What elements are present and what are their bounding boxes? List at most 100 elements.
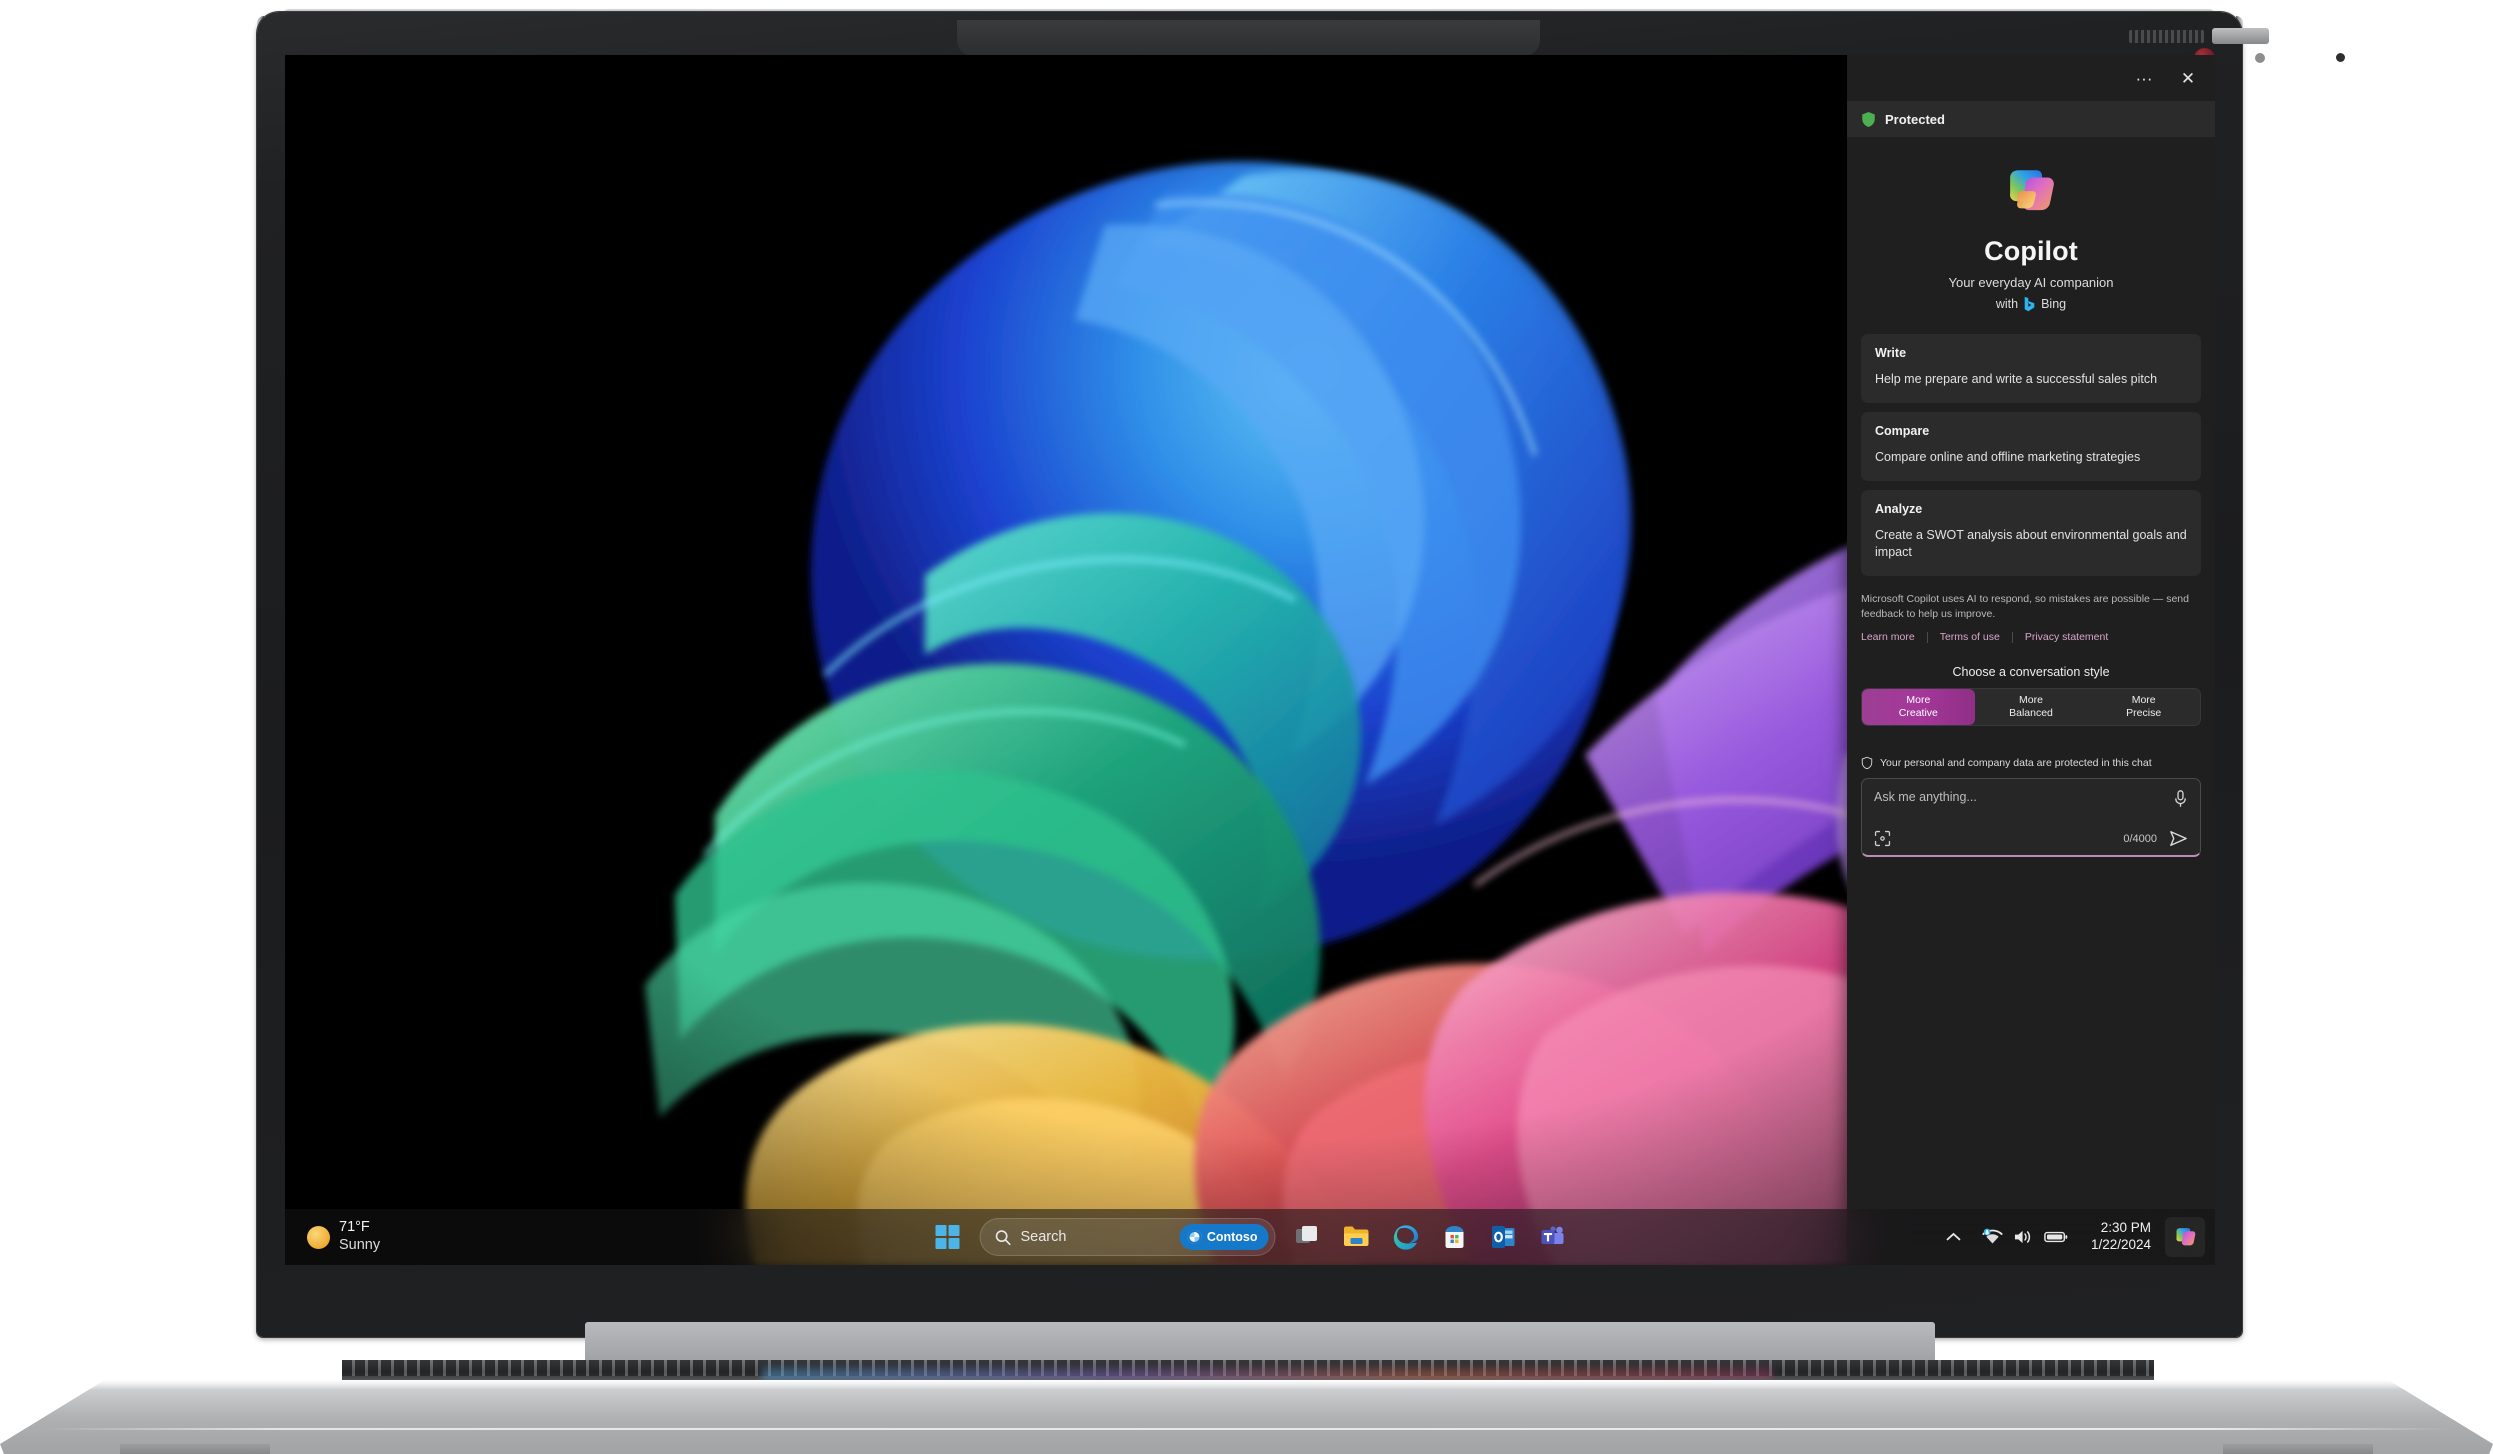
style-option-line2: Precise: [2126, 707, 2161, 720]
bing-label: Bing: [2041, 297, 2066, 311]
link-divider: [1927, 632, 1928, 643]
terms-of-use-link[interactable]: Terms of use: [1940, 631, 2000, 643]
taskbar-app-microsoft-store[interactable]: [1432, 1214, 1478, 1260]
weather-text: 71°F Sunny: [339, 1219, 380, 1254]
keyboard-backlight-glow: [762, 1368, 1772, 1382]
close-button[interactable]: ✕: [2167, 61, 2209, 95]
conversation-style-section: Choose a conversation style More Creativ…: [1861, 665, 2201, 726]
message-input[interactable]: Ask me anything...: [1874, 790, 2165, 804]
organization-badge[interactable]: Contoso: [1180, 1224, 1269, 1250]
style-option-more-precise[interactable]: More Precise: [2087, 689, 2200, 725]
card-text: Help me prepare and write a successful s…: [1875, 371, 2187, 389]
shield-outline-icon: [1861, 756, 1873, 770]
suggestion-card-write[interactable]: Write Help me prepare and write a succes…: [1861, 334, 2201, 403]
screenshot-root: ··· ✕ Protected: [0, 0, 2493, 1454]
style-option-line1: More: [2019, 694, 2043, 707]
with-label: with: [1996, 297, 2018, 311]
copilot-hero: Copilot Your everyday AI companion with …: [1861, 137, 2201, 312]
laptop-base-highlight: [0, 1380, 2493, 1390]
style-option-more-creative[interactable]: More Creative: [1862, 689, 1975, 725]
taskbar-app-file-explorer[interactable]: [1334, 1214, 1380, 1260]
task-view-icon: [1295, 1224, 1321, 1250]
laptop-foot-left: [120, 1444, 270, 1454]
legal-links: Learn more Terms of use Privacy statemen…: [1861, 631, 2201, 643]
chevron-up-icon: [1946, 1232, 1961, 1242]
learn-more-link[interactable]: Learn more: [1861, 631, 1915, 643]
card-title: Compare: [1875, 424, 2187, 438]
style-option-line2: Balanced: [2009, 707, 2053, 720]
taskbar-app-microsoft-edge[interactable]: [1383, 1214, 1429, 1260]
contoso-logo-icon: [1188, 1230, 1202, 1244]
suggestion-card-analyze[interactable]: Analyze Create a SWOT analysis about env…: [1861, 490, 2201, 577]
taskbar-app-outlook[interactable]: [1481, 1214, 1527, 1260]
send-button[interactable]: [2169, 830, 2188, 847]
character-counter: 0/4000: [2123, 833, 2157, 845]
clock-time: 2:30 PM: [2101, 1220, 2151, 1237]
microphone-grill-icon: [2129, 30, 2204, 43]
card-text: Create a SWOT analysis about environment…: [1875, 527, 2187, 563]
webcam-indicator-led-icon: [2255, 53, 2265, 63]
microphone-icon: [2173, 790, 2188, 808]
link-divider: [2012, 632, 2013, 643]
microphone-button[interactable]: [2173, 790, 2188, 808]
laptop-screen: ··· ✕ Protected: [285, 55, 2215, 1265]
copilot-content: Copilot Your everyday AI companion with …: [1847, 137, 2215, 1265]
composer-top-row: Ask me anything...: [1874, 790, 2188, 808]
laptop-foot-right: [2223, 1444, 2373, 1454]
style-option-line1: More: [2132, 694, 2156, 707]
conversation-style-heading: Choose a conversation style: [1861, 665, 2201, 679]
visual-search-button[interactable]: [1874, 830, 1891, 847]
start-button[interactable]: [925, 1214, 971, 1260]
more-options-button[interactable]: ···: [2123, 61, 2165, 95]
privacy-notice: Your personal and company data are prote…: [1861, 756, 2201, 770]
laptop-base: [0, 1380, 2493, 1454]
search-icon: [995, 1229, 1012, 1246]
send-icon: [2169, 830, 2188, 847]
copilot-subtitle: Your everyday AI companion: [1861, 275, 2201, 290]
outlook-icon: [1491, 1224, 1517, 1250]
clock-date: 1/22/2024: [2091, 1237, 2151, 1254]
search-input[interactable]: Search Contoso: [980, 1218, 1276, 1256]
taskbar-center-group: Search Contoso: [925, 1209, 1576, 1265]
show-hidden-icons-button[interactable]: [1939, 1219, 1969, 1255]
taskbar-app-microsoft-teams[interactable]: [1530, 1214, 1576, 1260]
webcam-bar: [957, 20, 1540, 56]
taskbar: 71°F Sunny Sea: [285, 1209, 2215, 1265]
organization-name: Contoso: [1207, 1230, 1258, 1244]
card-title: Analyze: [1875, 502, 2187, 516]
more-options-icon: ···: [2136, 70, 2153, 87]
taskbar-copilot-button[interactable]: [2165, 1217, 2205, 1257]
privacy-shutter-slider[interactable]: [2212, 28, 2269, 44]
suggestion-cards: Write Help me prepare and write a succes…: [1861, 334, 2201, 576]
speaker-icon: [2013, 1228, 2034, 1246]
clock-widget[interactable]: 2:30 PM 1/22/2024: [2081, 1217, 2161, 1257]
battery-icon: [2044, 1229, 2068, 1245]
microsoft-edge-icon: [1392, 1224, 1419, 1251]
copilot-powered-by: with Bing: [1861, 296, 2201, 312]
privacy-statement-link[interactable]: Privacy statement: [2025, 631, 2108, 643]
microsoft-teams-icon: [1540, 1224, 1566, 1250]
weather-widget[interactable]: 71°F Sunny: [297, 1216, 390, 1258]
conversation-style-toggle: More Creative More Balanced More Precise: [1861, 688, 2201, 726]
close-icon: ✕: [2181, 70, 2195, 87]
laptop-base-seam: [40, 1428, 2453, 1430]
system-tray: 2:30 PM 1/22/2024: [1939, 1209, 2205, 1265]
bing-icon: [2023, 296, 2036, 312]
suggestion-card-compare[interactable]: Compare Compare online and offline marke…: [1861, 412, 2201, 481]
wifi-icon: [1982, 1228, 2003, 1246]
privacy-notice-text: Your personal and company data are prote…: [1880, 757, 2152, 769]
windows-logo-icon: [935, 1225, 960, 1250]
message-composer[interactable]: Ask me anything...: [1861, 778, 2201, 857]
copilot-icon: [2173, 1225, 2198, 1250]
style-option-more-balanced[interactable]: More Balanced: [1975, 689, 2088, 725]
copilot-titlebar: ··· ✕: [1847, 55, 2215, 101]
copilot-panel: ··· ✕ Protected: [1847, 55, 2215, 1265]
taskbar-app-task-view[interactable]: [1285, 1214, 1331, 1260]
tray-quick-settings-button[interactable]: [1973, 1218, 2077, 1256]
style-option-line2: Creative: [1899, 707, 1938, 720]
visual-search-icon: [1874, 830, 1891, 847]
composer-bottom-row: 0/4000: [1874, 830, 2188, 847]
card-title: Write: [1875, 346, 2187, 360]
protected-label: Protected: [1885, 112, 1945, 127]
copilot-title: Copilot: [1861, 236, 2201, 267]
